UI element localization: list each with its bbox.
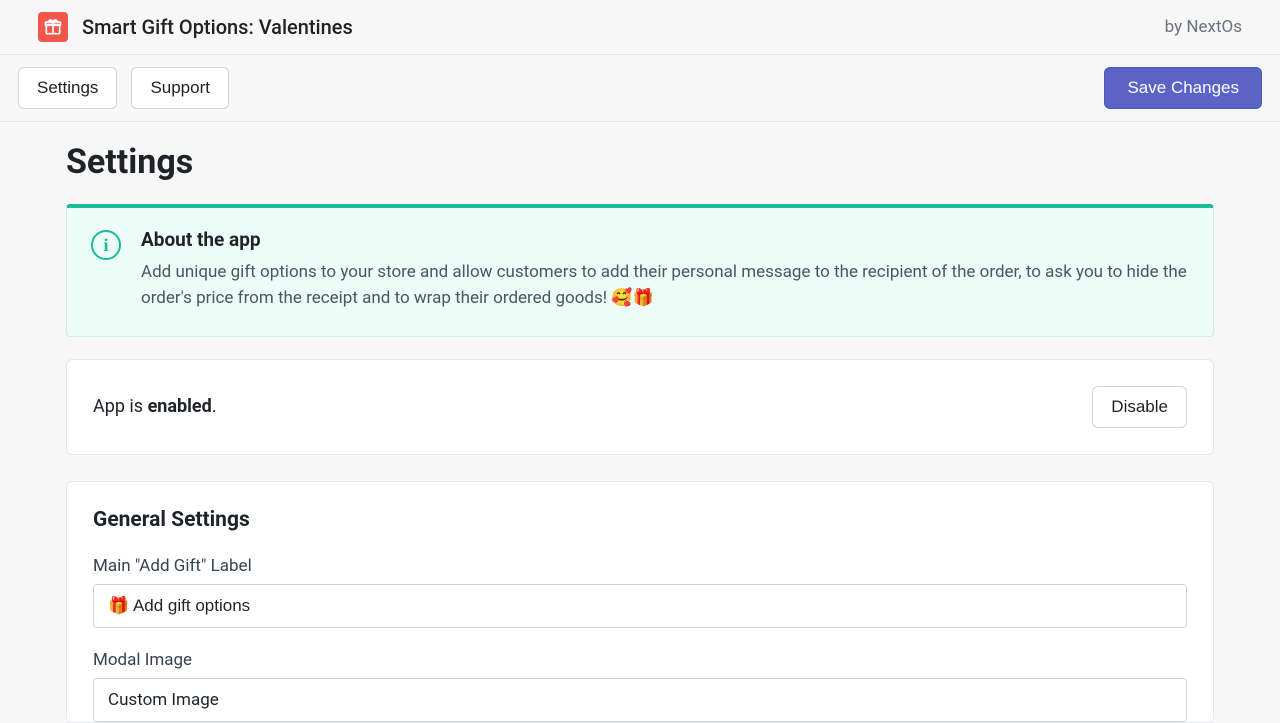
status-prefix: App is bbox=[93, 396, 148, 417]
app-header: Smart Gift Options: Valentines by NextOs bbox=[0, 0, 1280, 55]
app-icon bbox=[38, 12, 68, 42]
about-text: Add unique gift options to your store an… bbox=[141, 259, 1189, 312]
content: Settings i About the app Add unique gift… bbox=[0, 122, 1280, 723]
about-body: About the app Add unique gift options to… bbox=[141, 228, 1189, 312]
page-title: Settings bbox=[66, 142, 1214, 182]
about-heading: About the app bbox=[141, 228, 1189, 251]
general-settings-title: General Settings bbox=[93, 508, 1187, 532]
main-add-gift-input[interactable] bbox=[93, 584, 1187, 628]
status-card: App is enabled. Disable bbox=[66, 359, 1214, 455]
toolbar: Settings Support Save Changes bbox=[0, 55, 1280, 122]
status-text: App is enabled. bbox=[93, 396, 217, 417]
about-card: i About the app Add unique gift options … bbox=[66, 204, 1214, 337]
save-changes-button[interactable]: Save Changes bbox=[1104, 67, 1262, 109]
toolbar-left: Settings Support bbox=[18, 67, 229, 109]
support-button[interactable]: Support bbox=[131, 67, 229, 109]
app-title: Smart Gift Options: Valentines bbox=[82, 15, 353, 39]
status-suffix: . bbox=[212, 396, 217, 417]
modal-image-select[interactable]: Custom Image bbox=[93, 678, 1187, 722]
settings-button[interactable]: Settings bbox=[18, 67, 117, 109]
disable-button[interactable]: Disable bbox=[1092, 386, 1187, 428]
main-add-gift-label: Main "Add Gift" Label bbox=[93, 556, 1187, 576]
status-state: enabled bbox=[148, 396, 212, 417]
general-settings-card: General Settings Main "Add Gift" Label M… bbox=[66, 481, 1214, 723]
info-icon: i bbox=[91, 230, 121, 260]
modal-image-label: Modal Image bbox=[93, 650, 1187, 670]
byline: by NextOs bbox=[1165, 17, 1242, 37]
header-left: Smart Gift Options: Valentines bbox=[38, 12, 353, 42]
